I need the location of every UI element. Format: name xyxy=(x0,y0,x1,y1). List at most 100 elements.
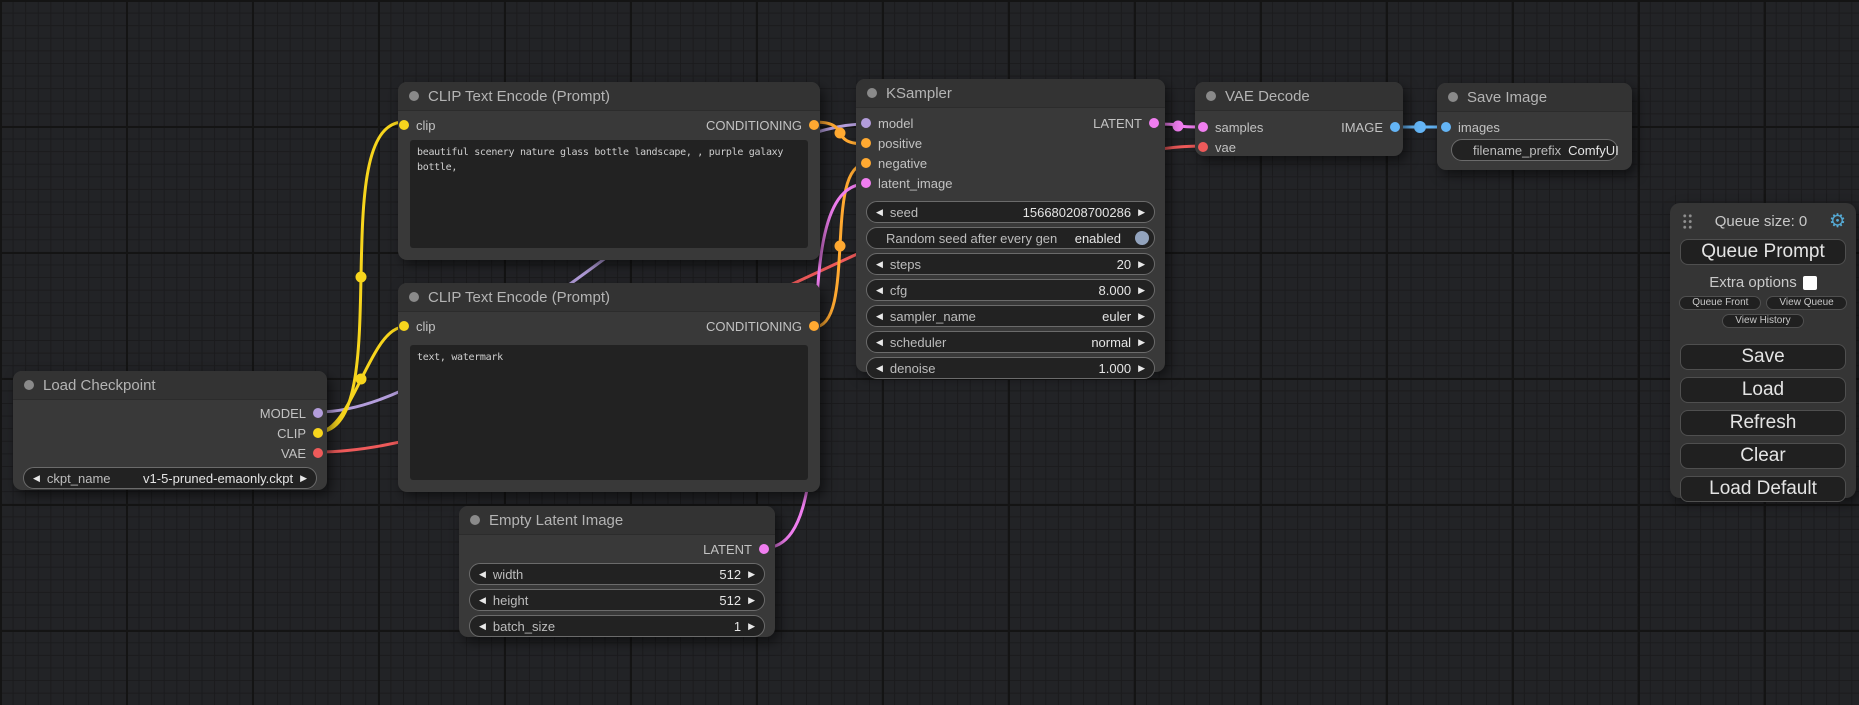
node-vae-decode[interactable]: VAE Decode IMAGE samples vae xyxy=(1195,82,1403,156)
input-model: model xyxy=(861,116,913,131)
conditioning-port-dot[interactable] xyxy=(861,138,871,148)
node-ksampler[interactable]: KSampler LATENT model positive negative … xyxy=(856,79,1165,372)
increment-arrow-icon[interactable]: ▶ xyxy=(1138,260,1145,269)
increment-arrow-icon[interactable]: ▶ xyxy=(748,622,755,631)
increment-arrow-icon[interactable]: ▶ xyxy=(1138,364,1145,373)
node-collapse-dot-icon[interactable] xyxy=(24,380,34,390)
queue-front-button[interactable]: Queue Front xyxy=(1679,296,1761,310)
node-title-bar[interactable]: Empty Latent Image xyxy=(459,506,775,535)
settings-gear-icon[interactable]: ⚙ xyxy=(1829,213,1846,230)
input-vae: vae xyxy=(1198,140,1236,155)
node-collapse-dot-icon[interactable] xyxy=(1448,92,1458,102)
conditioning-port-dot[interactable] xyxy=(809,120,819,130)
vae-port-dot[interactable] xyxy=(1198,142,1208,152)
increment-arrow-icon[interactable]: ▶ xyxy=(1138,286,1145,295)
node-collapse-dot-icon[interactable] xyxy=(867,88,877,98)
image-port-dot[interactable] xyxy=(1390,122,1400,132)
latent-port-dot[interactable] xyxy=(759,544,769,554)
vae-port-dot[interactable] xyxy=(313,448,323,458)
refresh-button[interactable]: Refresh xyxy=(1680,410,1846,436)
prompt-textarea[interactable]: beautiful scenery nature glass bottle la… xyxy=(410,140,808,248)
batch-size-widget[interactable]: ◀ batch_size 1 ▶ xyxy=(469,615,765,637)
decrement-arrow-icon[interactable]: ◀ xyxy=(876,260,883,269)
output-vae: VAE xyxy=(281,446,323,461)
node-collapse-dot-icon[interactable] xyxy=(1206,91,1216,101)
increment-arrow-icon[interactable]: ▶ xyxy=(1138,338,1145,347)
random-seed-widget[interactable]: Random seed after every gen enabled xyxy=(866,227,1155,249)
link-dot-clip-1 xyxy=(356,272,367,283)
cfg-widget[interactable]: ◀ cfg 8.000 ▶ xyxy=(866,279,1155,301)
extra-options-checkbox[interactable] xyxy=(1803,276,1817,290)
output-latent: LATENT xyxy=(1093,116,1159,131)
decrement-arrow-icon[interactable]: ◀ xyxy=(876,338,883,347)
input-negative: negative xyxy=(861,156,927,171)
node-empty-latent-image[interactable]: Empty Latent Image LATENT ◀ width 512 ▶ … xyxy=(459,506,775,637)
steps-widget[interactable]: ◀ steps 20 ▶ xyxy=(866,253,1155,275)
node-title: Save Image xyxy=(1467,89,1547,106)
sampler-name-widget[interactable]: ◀ sampler_name euler ▶ xyxy=(866,305,1155,327)
load-default-button[interactable]: Load Default xyxy=(1680,476,1846,502)
decrement-arrow-icon[interactable]: ◀ xyxy=(876,208,883,217)
clear-button[interactable]: Clear xyxy=(1680,443,1846,469)
decrement-arrow-icon[interactable]: ◀ xyxy=(876,286,883,295)
node-title-bar[interactable]: CLIP Text Encode (Prompt) xyxy=(398,283,820,312)
seed-widget[interactable]: ◀ seed 156680208700286 ▶ xyxy=(866,201,1155,223)
load-button[interactable]: Load xyxy=(1680,377,1846,403)
clip-port-dot[interactable] xyxy=(399,321,409,331)
filename-prefix-widget[interactable]: filename_prefix ComfyUI xyxy=(1451,139,1618,161)
increment-arrow-icon[interactable]: ▶ xyxy=(1138,208,1145,217)
decrement-arrow-icon[interactable]: ◀ xyxy=(876,312,883,321)
comfyui-canvas[interactable]: { "nodes": { "load_checkpoint": { "title… xyxy=(0,0,1859,705)
node-title-bar[interactable]: Save Image xyxy=(1437,83,1632,112)
output-clip: CLIP xyxy=(277,426,323,441)
decrement-arrow-icon[interactable]: ◀ xyxy=(33,474,40,483)
latent-port-dot[interactable] xyxy=(861,178,871,188)
increment-arrow-icon[interactable]: ▶ xyxy=(1138,312,1145,321)
increment-arrow-icon[interactable]: ▶ xyxy=(748,596,755,605)
save-button[interactable]: Save xyxy=(1680,344,1846,370)
image-port-dot[interactable] xyxy=(1441,122,1451,132)
node-collapse-dot-icon[interactable] xyxy=(409,292,419,302)
clip-port-dot[interactable] xyxy=(399,120,409,130)
node-title-bar[interactable]: KSampler xyxy=(856,79,1165,108)
link-dot-latent xyxy=(1173,121,1184,132)
ckpt-name-widget[interactable]: ◀ ckpt_name v1-5-pruned-emaonly.ckpt ▶ xyxy=(23,467,317,489)
decrement-arrow-icon[interactable]: ◀ xyxy=(479,596,486,605)
conditioning-port-dot[interactable] xyxy=(809,321,819,331)
latent-port-dot[interactable] xyxy=(1149,118,1159,128)
node-load-checkpoint[interactable]: Load Checkpoint MODEL CLIP VAE ◀ ckpt_na… xyxy=(13,371,327,490)
node-title-bar[interactable]: VAE Decode xyxy=(1195,82,1403,111)
increment-arrow-icon[interactable]: ▶ xyxy=(748,570,755,579)
queue-prompt-button[interactable]: Queue Prompt xyxy=(1680,239,1846,265)
random-seed-toggle[interactable] xyxy=(1135,231,1149,245)
increment-arrow-icon[interactable]: ▶ xyxy=(300,474,307,483)
view-history-button[interactable]: View History xyxy=(1722,314,1803,328)
link-dot-image xyxy=(1414,121,1426,133)
node-save-image[interactable]: Save Image images filename_prefix ComfyU… xyxy=(1437,83,1632,170)
model-port-dot[interactable] xyxy=(313,408,323,418)
input-clip: clip xyxy=(399,319,436,334)
node-clip-text-encode-positive[interactable]: CLIP Text Encode (Prompt) clip CONDITION… xyxy=(398,82,820,260)
clip-port-dot[interactable] xyxy=(313,428,323,438)
view-queue-button[interactable]: View Queue xyxy=(1766,296,1846,310)
node-collapse-dot-icon[interactable] xyxy=(470,515,480,525)
node-title-bar[interactable]: Load Checkpoint xyxy=(13,371,327,400)
denoise-widget[interactable]: ◀ denoise 1.000 ▶ xyxy=(866,357,1155,379)
latent-port-dot[interactable] xyxy=(1198,122,1208,132)
input-latent-image: latent_image xyxy=(861,176,952,191)
node-clip-text-encode-negative[interactable]: CLIP Text Encode (Prompt) clip CONDITION… xyxy=(398,283,820,492)
scheduler-widget[interactable]: ◀ scheduler normal ▶ xyxy=(866,331,1155,353)
model-port-dot[interactable] xyxy=(861,118,871,128)
prompt-textarea[interactable]: text, watermark xyxy=(410,345,808,480)
decrement-arrow-icon[interactable]: ◀ xyxy=(876,364,883,373)
decrement-arrow-icon[interactable]: ◀ xyxy=(479,570,486,579)
node-collapse-dot-icon[interactable] xyxy=(409,91,419,101)
conditioning-port-dot[interactable] xyxy=(861,158,871,168)
extra-options-label: Extra options xyxy=(1709,274,1797,291)
node-title-bar[interactable]: CLIP Text Encode (Prompt) xyxy=(398,82,820,111)
queue-size-label: Queue size: 0 xyxy=(1693,213,1829,230)
decrement-arrow-icon[interactable]: ◀ xyxy=(479,622,486,631)
drag-handle-icon[interactable] xyxy=(1682,213,1693,230)
width-widget[interactable]: ◀ width 512 ▶ xyxy=(469,563,765,585)
height-widget[interactable]: ◀ height 512 ▶ xyxy=(469,589,765,611)
